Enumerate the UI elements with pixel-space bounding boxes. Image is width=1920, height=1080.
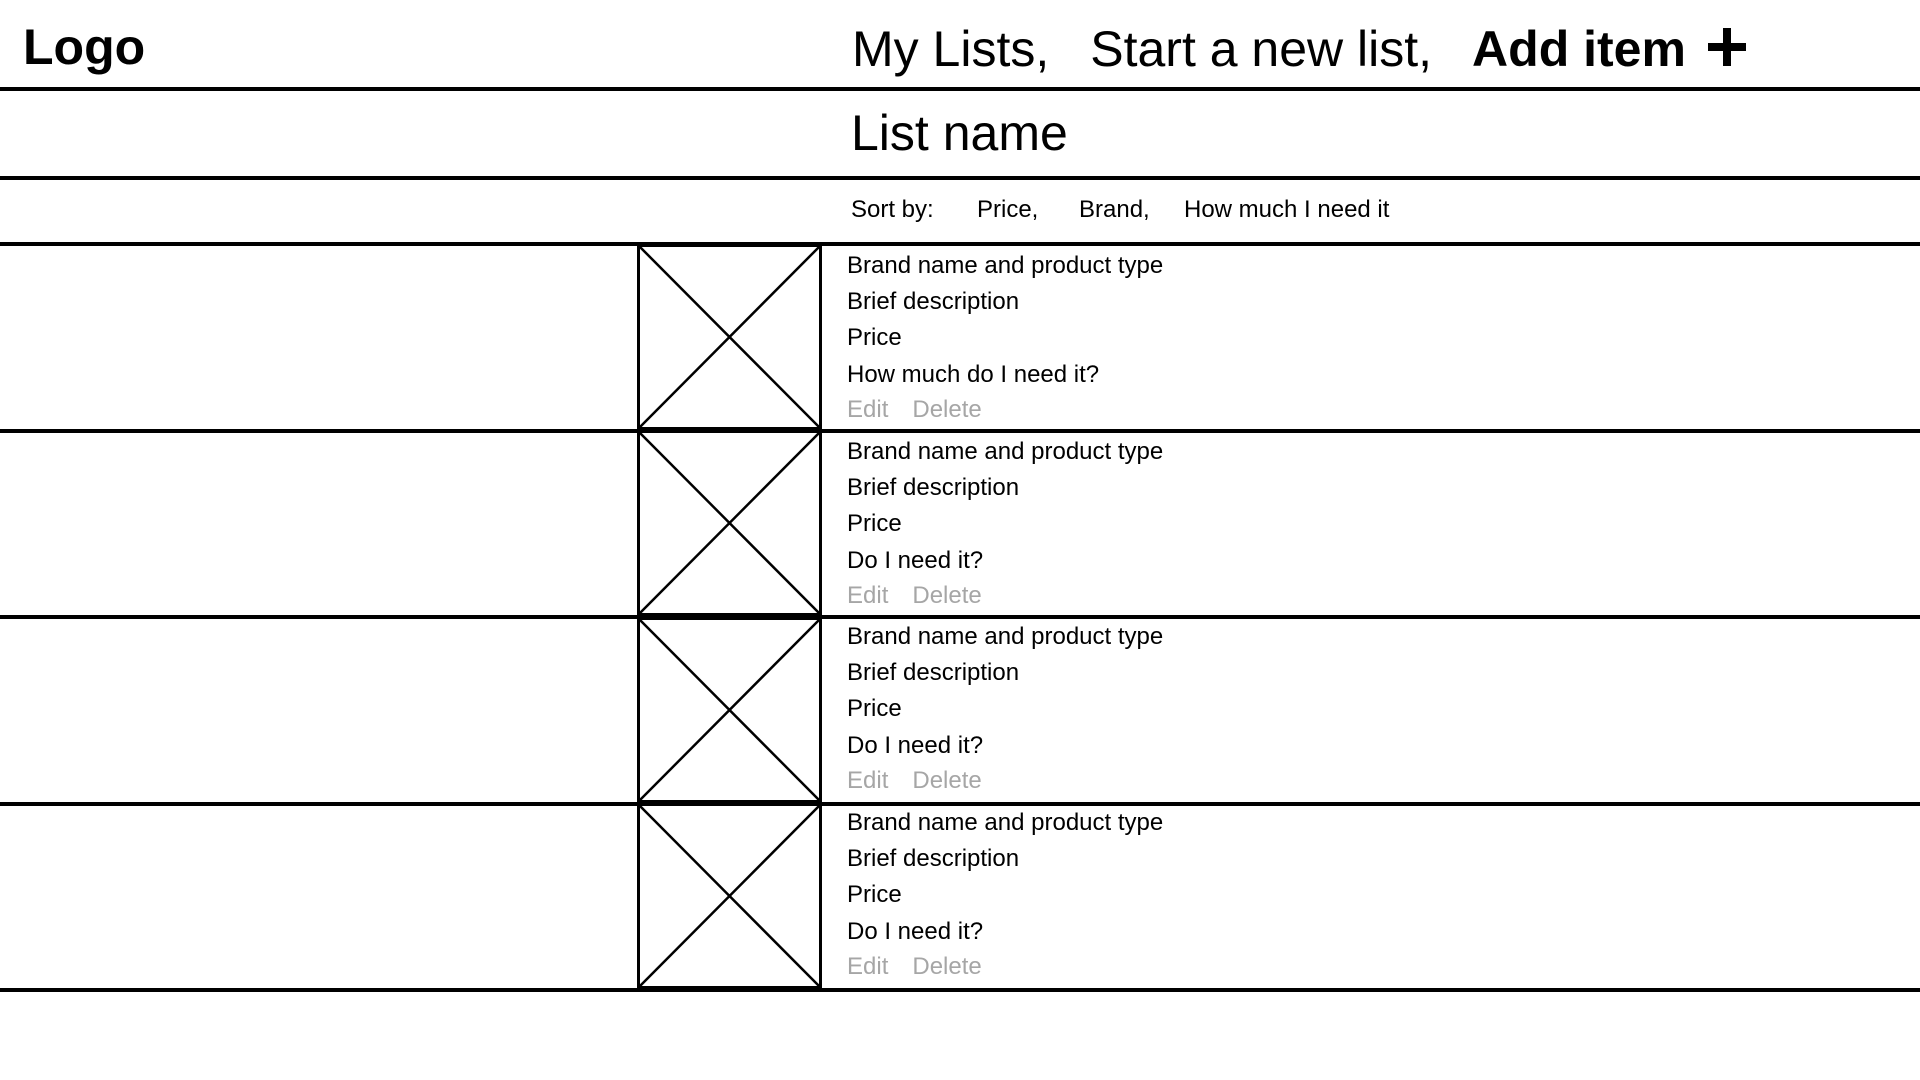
item-title: Brand name and product type [847, 809, 1164, 836]
list-title: List name [851, 105, 1068, 161]
sort-by-price[interactable]: Price, [977, 198, 1038, 222]
edit-button[interactable]: Edit [847, 582, 888, 609]
nav-start-new-list[interactable]: Start a new list, [1090, 24, 1432, 74]
title-divider [0, 176, 1920, 180]
delete-button[interactable]: Delete [912, 396, 981, 423]
add-item-button[interactable]: Add item [1472, 24, 1746, 74]
item-price: Price [847, 324, 902, 351]
item-need: How much do I need it? [847, 361, 1100, 388]
header-divider [0, 87, 1920, 91]
item-price: Price [847, 881, 902, 908]
image-placeholder-icon [637, 244, 822, 430]
delete-button[interactable]: Delete [912, 953, 981, 980]
add-item-label: Add item [1472, 21, 1686, 77]
image-placeholder-icon [637, 803, 822, 989]
delete-button[interactable]: Delete [912, 767, 981, 794]
item-title: Brand name and product type [847, 252, 1164, 279]
item-description: Brief description [847, 659, 1020, 686]
item-description: Brief description [847, 845, 1020, 872]
item-need: Do I need it? [847, 547, 984, 574]
list-item: Brand name and product type Brief descri… [0, 244, 1920, 430]
list-item: Brand name and product type Brief descri… [0, 617, 1920, 803]
item-title: Brand name and product type [847, 623, 1164, 650]
item-title: Brand name and product type [847, 438, 1164, 465]
sort-by-brand[interactable]: Brand, [1079, 198, 1150, 222]
item-need: Do I need it? [847, 918, 984, 945]
item-need: Do I need it? [847, 732, 984, 759]
nav-my-lists[interactable]: My Lists, [852, 24, 1049, 74]
item-description: Brief description [847, 474, 1020, 501]
edit-button[interactable]: Edit [847, 767, 888, 794]
logo[interactable]: Logo [23, 22, 145, 72]
item-price: Price [847, 695, 902, 722]
item-actions: Edit Delete [847, 584, 982, 608]
sort-by-need[interactable]: How much I need it [1184, 198, 1389, 222]
list-item: Brand name and product type Brief descri… [0, 430, 1920, 616]
edit-button[interactable]: Edit [847, 396, 888, 423]
image-placeholder-icon [637, 430, 822, 616]
item-actions: Edit Delete [847, 398, 982, 422]
top-nav: My Lists, Start a new list, Add item [852, 24, 1746, 74]
item-actions: Edit Delete [847, 955, 982, 979]
image-placeholder-icon [637, 617, 822, 803]
item-description: Brief description [847, 288, 1020, 315]
sort-label: Sort by: [851, 196, 934, 223]
delete-button[interactable]: Delete [912, 582, 981, 609]
plus-icon [1707, 28, 1746, 66]
list-bottom-divider [0, 988, 1920, 992]
item-price: Price [847, 510, 902, 537]
edit-button[interactable]: Edit [847, 953, 888, 980]
item-actions: Edit Delete [847, 769, 982, 793]
list-item: Brand name and product type Brief descri… [0, 803, 1920, 989]
